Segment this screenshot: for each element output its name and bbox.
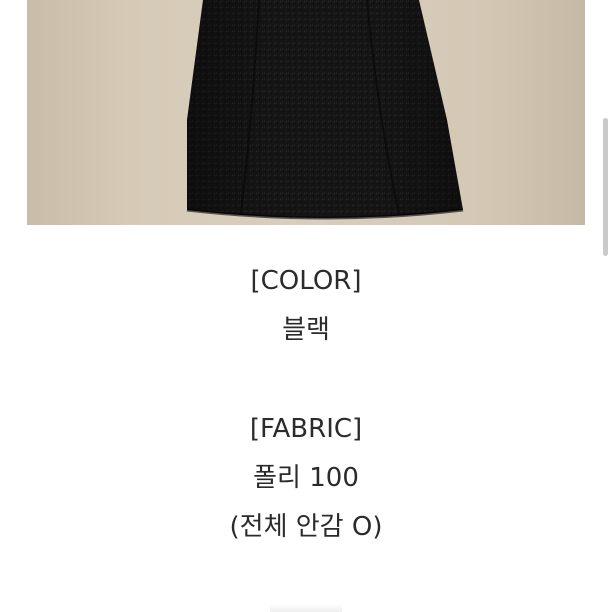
color-value: 블랙: [282, 315, 330, 345]
product-detail-page: [COLOR] 블랙 [FABRIC] 폴리 100 (전체 안감 O): [0, 0, 612, 612]
next-content-hint: [270, 604, 342, 612]
fabric-lining-note: (전체 안감 O): [229, 512, 383, 542]
fabric-value: 폴리 100: [253, 463, 359, 493]
fabric-heading: [FABRIC]: [249, 414, 363, 444]
skirt-illustration: [186, 0, 464, 220]
color-heading: [COLOR]: [250, 266, 362, 296]
scrollbar-thumb[interactable]: [603, 118, 608, 256]
product-photo: [27, 0, 585, 225]
